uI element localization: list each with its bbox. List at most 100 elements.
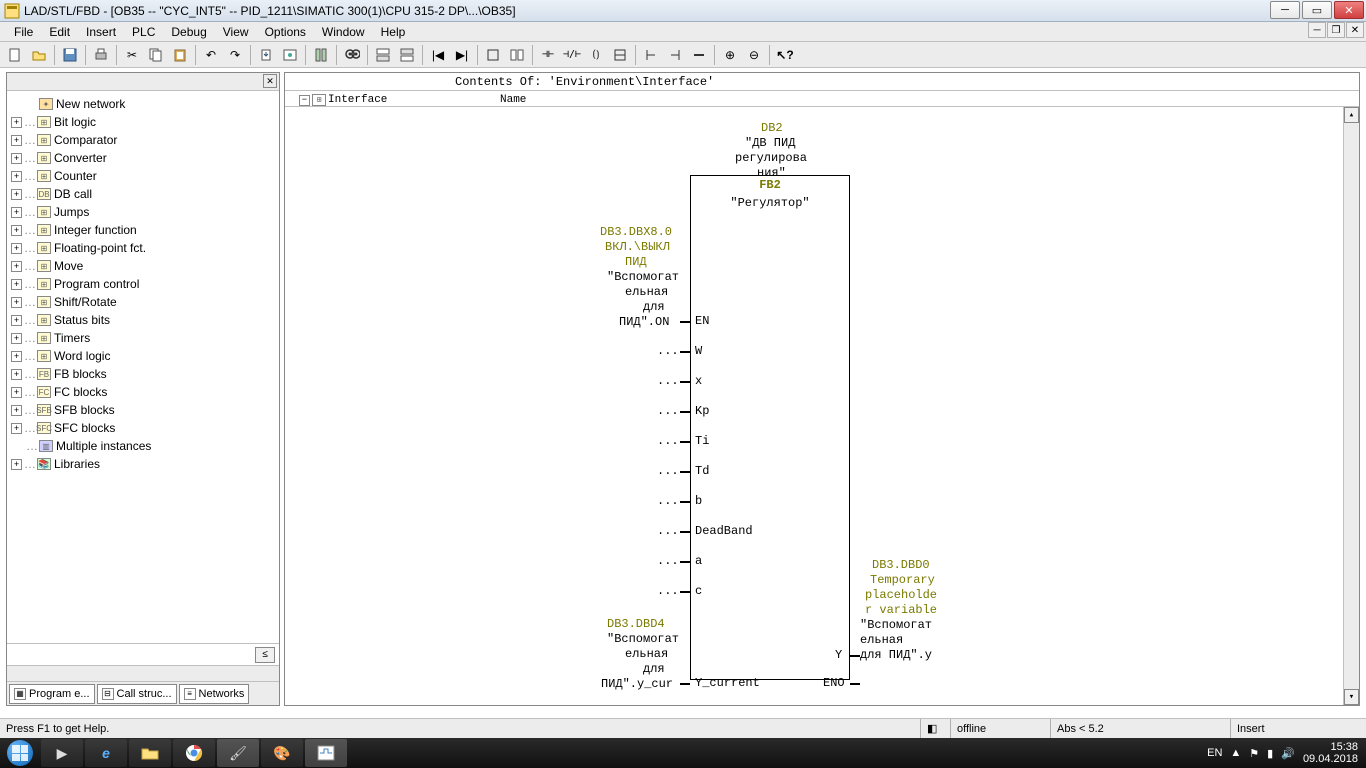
tree-nav-left-button[interactable]: ≤ bbox=[255, 647, 275, 663]
expander-icon[interactable]: + bbox=[11, 387, 22, 398]
expander-icon[interactable]: + bbox=[11, 405, 22, 416]
tray-action-icon[interactable]: ⚑ bbox=[1249, 747, 1259, 760]
expander-icon[interactable]: + bbox=[11, 315, 22, 326]
monitor-button[interactable] bbox=[341, 44, 363, 65]
catalog-button[interactable] bbox=[506, 44, 528, 65]
tree-item-move[interactable]: +…⊞Move bbox=[9, 257, 277, 275]
module-button[interactable] bbox=[310, 44, 332, 65]
tree-item-jumps[interactable]: +…⊞Jumps bbox=[9, 203, 277, 221]
interface-expander[interactable]: − bbox=[299, 95, 310, 106]
expander-icon[interactable]: + bbox=[11, 243, 22, 254]
tree-item-timers[interactable]: +…⊞Timers bbox=[9, 329, 277, 347]
cut-button[interactable]: ✂ bbox=[121, 44, 143, 65]
menu-window[interactable]: Window bbox=[314, 23, 373, 41]
tray-lang[interactable]: EN bbox=[1207, 747, 1222, 759]
connection-button[interactable] bbox=[688, 44, 710, 65]
tree-item-counter[interactable]: +…⊞Counter bbox=[9, 167, 277, 185]
tree-item-status-bits[interactable]: +…⊞Status bits bbox=[9, 311, 277, 329]
task-step7[interactable] bbox=[305, 739, 347, 767]
scroll-up-button[interactable]: ▴ bbox=[1344, 107, 1359, 123]
expander-icon[interactable]: + bbox=[11, 189, 22, 200]
tree-item-word-logic[interactable]: +…⊞Word logic bbox=[9, 347, 277, 365]
maximize-button[interactable]: ▭ bbox=[1302, 1, 1332, 19]
branch-open-button[interactable] bbox=[640, 44, 662, 65]
tree-scrollbar[interactable] bbox=[7, 665, 279, 681]
branch-close-button[interactable] bbox=[664, 44, 686, 65]
box-button[interactable] bbox=[482, 44, 504, 65]
expander-icon[interactable]: + bbox=[11, 459, 22, 470]
zoom-out-button[interactable]: ⊖ bbox=[743, 44, 765, 65]
menu-edit[interactable]: Edit bbox=[41, 23, 78, 41]
mdi-minimize-button[interactable]: ─ bbox=[1308, 22, 1326, 38]
expander-icon[interactable]: + bbox=[11, 171, 22, 182]
tree-item-integer-function[interactable]: +…⊞Integer function bbox=[9, 221, 277, 239]
network-before-button[interactable] bbox=[372, 44, 394, 65]
scroll-down-button[interactable]: ▾ bbox=[1344, 689, 1359, 705]
tree-item-bit-logic[interactable]: +…⊞Bit logic bbox=[9, 113, 277, 131]
tab-networks[interactable]: ≡Networks bbox=[179, 684, 250, 704]
expander-icon[interactable]: + bbox=[11, 423, 22, 434]
expander-icon[interactable]: + bbox=[11, 225, 22, 236]
start-button[interactable] bbox=[0, 738, 40, 768]
undo-button[interactable]: ↶ bbox=[200, 44, 222, 65]
tree-item-db-call[interactable]: +…DBDB call bbox=[9, 185, 277, 203]
print-button[interactable] bbox=[90, 44, 112, 65]
tree-item-floating-point-fct-[interactable]: +…⊞Floating-point fct. bbox=[9, 239, 277, 257]
tree-item-fb-blocks[interactable]: +…FBFB blocks bbox=[9, 365, 277, 383]
close-button[interactable]: ✕ bbox=[1334, 1, 1364, 19]
coil-button[interactable]: ⟮⟯ bbox=[585, 44, 607, 65]
tray-network-icon[interactable]: ▮ bbox=[1267, 747, 1273, 760]
menu-plc[interactable]: PLC bbox=[124, 23, 163, 41]
menu-view[interactable]: View bbox=[215, 23, 257, 41]
help-pointer-button[interactable]: ↖? bbox=[774, 44, 796, 65]
goto-next-button[interactable]: ▶| bbox=[451, 44, 473, 65]
minimize-button[interactable]: ─ bbox=[1270, 1, 1300, 19]
menu-debug[interactable]: Debug bbox=[163, 23, 214, 41]
tree-item-new-network[interactable]: ✦New network bbox=[9, 95, 277, 113]
expander-icon[interactable]: + bbox=[11, 351, 22, 362]
new-button[interactable] bbox=[4, 44, 26, 65]
task-mediaplayer[interactable]: ▶ bbox=[41, 739, 83, 767]
paste-button[interactable] bbox=[169, 44, 191, 65]
goto-prev-button[interactable]: |◀ bbox=[427, 44, 449, 65]
copy-button[interactable] bbox=[145, 44, 167, 65]
expander-icon[interactable]: + bbox=[11, 135, 22, 146]
tree-item-sfc-blocks[interactable]: +…SFCSFC blocks bbox=[9, 419, 277, 437]
expander-icon[interactable]: + bbox=[11, 369, 22, 380]
expander-icon[interactable]: + bbox=[11, 333, 22, 344]
tree-item-multiple-instances[interactable]: …▥Multiple instances bbox=[9, 437, 277, 455]
mdi-close-button[interactable]: ✕ bbox=[1346, 22, 1364, 38]
task-ie[interactable]: e bbox=[85, 739, 127, 767]
fb-block[interactable]: FB2 "Регулятор" bbox=[690, 175, 850, 680]
tree-item-converter[interactable]: +…⊞Converter bbox=[9, 149, 277, 167]
expander-icon[interactable]: + bbox=[11, 153, 22, 164]
open-button[interactable] bbox=[28, 44, 50, 65]
zoom-in-button[interactable]: ⊕ bbox=[719, 44, 741, 65]
online-button[interactable] bbox=[279, 44, 301, 65]
task-mspaint[interactable]: 🎨 bbox=[261, 739, 303, 767]
tree-item-fc-blocks[interactable]: +…FCFC blocks bbox=[9, 383, 277, 401]
instruction-tree[interactable]: ✦New network+…⊞Bit logic+…⊞Comparator+…⊞… bbox=[7, 91, 279, 643]
tree-item-libraries[interactable]: +…📚Libraries bbox=[9, 455, 277, 473]
contact-closed-button[interactable]: ⊣/⊢ bbox=[561, 44, 583, 65]
download-button[interactable] bbox=[255, 44, 277, 65]
network-diagram[interactable]: DB2 "ДВ ПИД регулирова ния" FB2 "Регулят… bbox=[285, 107, 1359, 705]
network-after-button[interactable] bbox=[396, 44, 418, 65]
empty-box-button[interactable] bbox=[609, 44, 631, 65]
task-explorer[interactable] bbox=[129, 739, 171, 767]
tree-item-sfb-blocks[interactable]: +…SFBSFB blocks bbox=[9, 401, 277, 419]
task-chrome[interactable] bbox=[173, 739, 215, 767]
contact-open-button[interactable]: ⊣⊢ bbox=[537, 44, 559, 65]
tree-item-program-control[interactable]: +…⊞Program control bbox=[9, 275, 277, 293]
tab-call-structure[interactable]: ⊟Call struc... bbox=[97, 684, 177, 704]
diagram-vscroll[interactable]: ▴ ▾ bbox=[1343, 107, 1359, 705]
menu-help[interactable]: Help bbox=[373, 23, 414, 41]
redo-button[interactable]: ↷ bbox=[224, 44, 246, 65]
tree-item-shift-rotate[interactable]: +…⊞Shift/Rotate bbox=[9, 293, 277, 311]
expander-icon[interactable]: + bbox=[11, 297, 22, 308]
tray-flag-icon[interactable]: ▲ bbox=[1230, 747, 1241, 759]
task-pinta[interactable]: 🖌 bbox=[217, 739, 259, 767]
save-button[interactable] bbox=[59, 44, 81, 65]
expander-icon[interactable]: + bbox=[11, 261, 22, 272]
mdi-restore-button[interactable]: ❐ bbox=[1327, 22, 1345, 38]
